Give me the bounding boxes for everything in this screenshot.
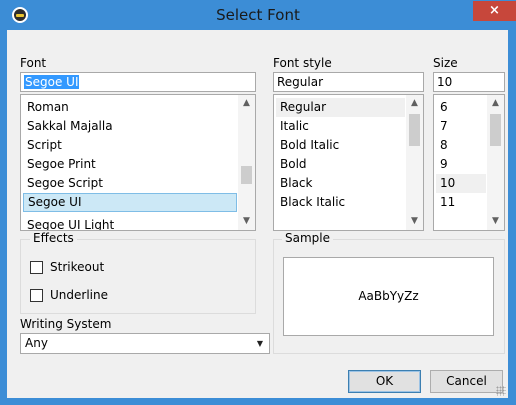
scroll-up-icon[interactable]: ▲ bbox=[238, 95, 255, 112]
style-item-bold[interactable]: Bold bbox=[276, 155, 405, 174]
scroll-up-icon[interactable]: ▲ bbox=[406, 95, 423, 112]
style-item-regular[interactable]: Regular bbox=[276, 98, 405, 117]
font-item-segoe-print[interactable]: Segoe Print bbox=[23, 155, 237, 174]
underline-option[interactable]: Underline bbox=[30, 286, 108, 304]
writing-system-select[interactable]: Any ▼ bbox=[20, 333, 270, 354]
scroll-down-icon[interactable]: ▼ bbox=[487, 213, 504, 230]
style-item-black-italic[interactable]: Black Italic bbox=[276, 193, 405, 212]
strikeout-option[interactable]: Strikeout bbox=[30, 258, 104, 276]
font-item-segoe-script[interactable]: Segoe Script bbox=[23, 174, 237, 193]
size-item-8[interactable]: 8 bbox=[436, 136, 486, 155]
font-list[interactable]: Roman Sakkal Majalla Script Segoe Print … bbox=[20, 94, 256, 231]
size-list[interactable]: 6 7 8 9 10 11 ▲ ▼ bbox=[433, 94, 505, 231]
strikeout-checkbox[interactable] bbox=[30, 260, 43, 274]
size-scroll-thumb[interactable] bbox=[490, 114, 501, 146]
close-button[interactable]: × bbox=[473, 1, 516, 21]
font-style-scrollbar[interactable]: ▲ ▼ bbox=[406, 95, 423, 230]
font-label: Font bbox=[20, 56, 47, 70]
ok-button[interactable]: OK bbox=[348, 370, 421, 393]
cancel-button[interactable]: Cancel bbox=[430, 370, 503, 393]
style-item-italic[interactable]: Italic bbox=[276, 117, 405, 136]
font-input[interactable]: Segoe UI bbox=[20, 72, 256, 92]
size-item-9[interactable]: 9 bbox=[436, 155, 486, 174]
scroll-down-icon[interactable]: ▼ bbox=[406, 213, 423, 230]
writing-system-value: Any bbox=[25, 336, 48, 350]
font-item-segoe-ui[interactable]: Segoe UI bbox=[23, 193, 237, 212]
effects-label: Effects bbox=[30, 231, 77, 245]
size-input[interactable]: 10 bbox=[433, 72, 505, 92]
font-style-label: Font style bbox=[273, 56, 332, 70]
resize-grip-icon[interactable] bbox=[496, 386, 506, 396]
size-item-6[interactable]: 6 bbox=[436, 98, 486, 117]
font-list-scrollbar[interactable]: ▲ ▼ bbox=[238, 95, 255, 230]
font-input-value: Segoe UI bbox=[24, 75, 80, 89]
size-item-7[interactable]: 7 bbox=[436, 117, 486, 136]
scroll-up-icon[interactable]: ▲ bbox=[487, 95, 504, 112]
window-title: Select Font bbox=[216, 6, 300, 24]
size-item-11[interactable]: 11 bbox=[436, 193, 486, 212]
sample-preview: AaBbYyZz bbox=[283, 257, 494, 336]
font-item-roman[interactable]: Roman bbox=[23, 98, 237, 117]
font-item-cut-off[interactable]: Segoe UI Light bbox=[23, 216, 237, 230]
style-item-bold-italic[interactable]: Bold Italic bbox=[276, 136, 405, 155]
dialog-body: Font Segoe UI Roman Sakkal Majalla Scrip… bbox=[7, 30, 508, 398]
underline-checkbox[interactable] bbox=[30, 288, 43, 302]
sample-label: Sample bbox=[282, 231, 333, 245]
size-label: Size bbox=[433, 56, 458, 70]
font-style-list[interactable]: Regular Italic Bold Italic Bold Black Bl… bbox=[273, 94, 424, 231]
chevron-down-icon: ▼ bbox=[256, 339, 263, 348]
underline-label: Underline bbox=[50, 288, 108, 302]
font-item-sakkal-majalla[interactable]: Sakkal Majalla bbox=[23, 117, 237, 136]
style-item-black[interactable]: Black bbox=[276, 174, 405, 193]
size-item-10[interactable]: 10 bbox=[436, 174, 486, 193]
font-scroll-thumb[interactable] bbox=[241, 166, 252, 184]
font-item-script[interactable]: Script bbox=[23, 136, 237, 155]
font-style-input[interactable]: Regular bbox=[273, 72, 424, 92]
scroll-down-icon[interactable]: ▼ bbox=[238, 213, 255, 230]
writing-system-label: Writing System bbox=[20, 317, 112, 331]
strikeout-label: Strikeout bbox=[50, 260, 105, 274]
size-list-scrollbar[interactable]: ▲ ▼ bbox=[487, 95, 504, 230]
style-scroll-thumb[interactable] bbox=[409, 114, 420, 146]
title-bar[interactable]: Select Font × bbox=[0, 0, 516, 30]
select-font-dialog: Select Font × Font Segoe UI Roman Sakkal… bbox=[0, 0, 516, 405]
